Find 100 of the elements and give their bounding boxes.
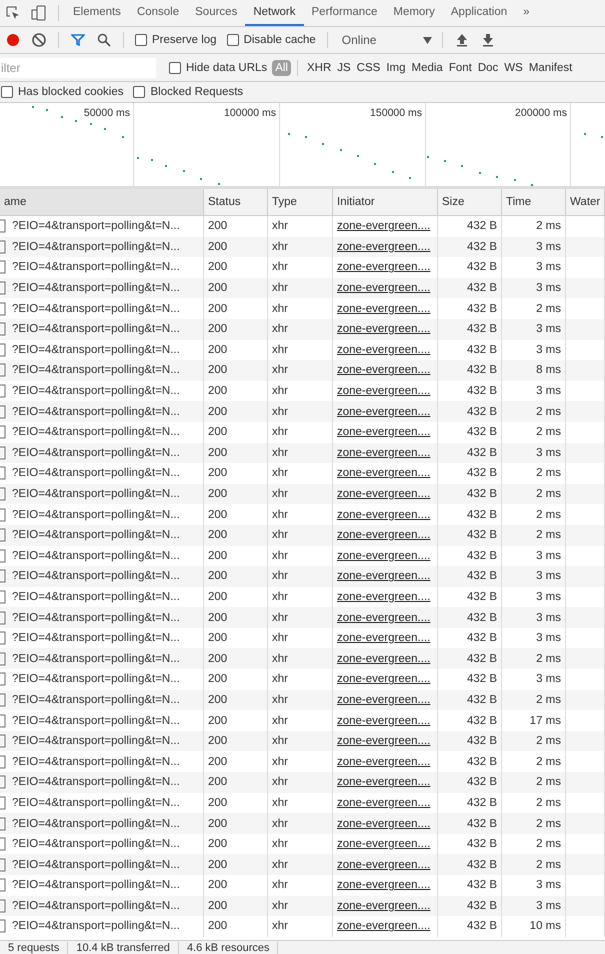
type-filter-button[interactable]: WS	[501, 60, 526, 76]
initiator-link[interactable]: zone-evergreen....	[337, 612, 430, 624]
request-name[interactable]: ?EIO=4&transport=polling&t=N...	[12, 673, 180, 686]
type-filter-button[interactable]: Manifest	[526, 60, 576, 76]
request-name[interactable]: ?EIO=4&transport=polling&t=N...	[12, 550, 180, 562]
column-header[interactable]: Time	[502, 189, 566, 215]
request-name[interactable]: ?EIO=4&transport=polling&t=N...	[12, 694, 180, 706]
initiator-link[interactable]: zone-evergreen....	[337, 240, 430, 253]
request-name[interactable]: ?EIO=4&transport=polling&t=N...	[12, 776, 180, 788]
initiator-link[interactable]: zone-evergreen....	[337, 673, 430, 686]
request-name[interactable]: ?EIO=4&transport=polling&t=N...	[12, 858, 180, 871]
initiator-link[interactable]: zone-evergreen....	[337, 488, 430, 500]
request-name[interactable]: ?EIO=4&transport=polling&t=N...	[12, 796, 180, 809]
panel-tab[interactable]: Memory	[385, 0, 443, 26]
initiator-link[interactable]: zone-evergreen....	[337, 220, 430, 232]
request-name[interactable]: ?EIO=4&transport=polling&t=N...	[12, 240, 180, 253]
clear-icon[interactable]	[31, 32, 47, 48]
request-name[interactable]: ?EIO=4&transport=polling&t=N...	[12, 818, 180, 830]
request-name[interactable]: ?EIO=4&transport=polling&t=N...	[12, 756, 180, 768]
column-header[interactable]: ame	[0, 189, 204, 215]
request-name[interactable]: ?EIO=4&transport=polling&t=N...	[12, 261, 180, 274]
initiator-link[interactable]: zone-evergreen....	[337, 508, 430, 521]
request-name[interactable]: ?EIO=4&transport=polling&t=N...	[12, 406, 180, 418]
panel-tab[interactable]: Application	[442, 0, 516, 26]
initiator-link[interactable]: zone-evergreen....	[337, 323, 430, 336]
initiator-link[interactable]: zone-evergreen....	[337, 344, 430, 356]
request-name[interactable]: ?EIO=4&transport=polling&t=N...	[12, 838, 180, 850]
request-name[interactable]: ?EIO=4&transport=polling&t=N...	[12, 652, 180, 665]
initiator-link[interactable]: zone-evergreen....	[337, 652, 430, 665]
more-tabs-button[interactable]: »	[515, 0, 538, 26]
filter-field[interactable]: ilter	[0, 58, 156, 78]
search-icon[interactable]	[96, 32, 112, 48]
initiator-link[interactable]: zone-evergreen....	[337, 756, 430, 768]
request-name[interactable]: ?EIO=4&transport=polling&t=N...	[12, 590, 180, 603]
request-name[interactable]: ?EIO=4&transport=polling&t=N...	[12, 282, 180, 294]
initiator-link[interactable]: zone-evergreen....	[337, 282, 430, 294]
type-filter-button[interactable]: Doc	[474, 60, 502, 76]
type-filter-button[interactable]: Media	[408, 60, 446, 76]
initiator-link[interactable]: zone-evergreen....	[337, 694, 430, 706]
initiator-link[interactable]: zone-evergreen....	[337, 529, 430, 542]
request-name[interactable]: ?EIO=4&transport=polling&t=N...	[12, 735, 180, 748]
initiator-link[interactable]: zone-evergreen....	[337, 735, 430, 748]
request-name[interactable]: ?EIO=4&transport=polling&t=N...	[12, 714, 180, 727]
initiator-link[interactable]: zone-evergreen....	[337, 364, 430, 376]
initiator-link[interactable]: zone-evergreen....	[337, 426, 430, 438]
initiator-link[interactable]: zone-evergreen....	[337, 385, 430, 398]
request-name[interactable]: ?EIO=4&transport=polling&t=N...	[12, 446, 180, 459]
disable-cache-checkbox[interactable]: Disable cache	[226, 34, 316, 46]
type-filter-button[interactable]: CSS	[354, 60, 384, 76]
type-filter-button[interactable]: Font	[446, 60, 475, 76]
inspect-icon[interactable]	[5, 5, 21, 21]
initiator-link[interactable]: zone-evergreen....	[337, 796, 430, 809]
initiator-link[interactable]: zone-evergreen....	[337, 838, 430, 850]
initiator-link[interactable]: zone-evergreen....	[337, 632, 430, 644]
initiator-link[interactable]: zone-evergreen....	[337, 858, 430, 871]
request-name[interactable]: ?EIO=4&transport=polling&t=N...	[12, 879, 180, 892]
option-checkbox[interactable]: Blocked Requests	[133, 86, 244, 98]
panel-tab[interactable]: Performance	[304, 0, 386, 26]
panel-tab[interactable]: Elements	[65, 0, 129, 26]
hide-data-urls-checkbox[interactable]: Hide data URLs	[169, 62, 268, 74]
record-icon[interactable]	[5, 32, 21, 48]
initiator-link[interactable]: zone-evergreen....	[337, 467, 430, 480]
type-filter-button[interactable]: Img	[383, 60, 408, 76]
request-name[interactable]: ?EIO=4&transport=polling&t=N...	[12, 220, 180, 232]
initiator-link[interactable]: zone-evergreen....	[337, 406, 430, 418]
type-filter-button[interactable]: JS	[334, 60, 354, 76]
request-name[interactable]: ?EIO=4&transport=polling&t=N...	[12, 508, 180, 521]
column-header[interactable]: Type	[268, 189, 333, 215]
initiator-link[interactable]: zone-evergreen....	[337, 900, 430, 912]
throttling-dropdown[interactable]: Online	[334, 33, 436, 47]
request-name[interactable]: ?EIO=4&transport=polling&t=N...	[12, 467, 180, 480]
request-name[interactable]: ?EIO=4&transport=polling&t=N...	[12, 632, 180, 644]
column-header[interactable]: Status	[204, 189, 268, 215]
initiator-link[interactable]: zone-evergreen....	[337, 920, 430, 932]
option-checkbox[interactable]: Has blocked cookies	[1, 86, 124, 98]
request-name[interactable]: ?EIO=4&transport=polling&t=N...	[12, 426, 180, 438]
column-header[interactable]: Water	[566, 189, 605, 215]
request-name[interactable]: ?EIO=4&transport=polling&t=N...	[12, 920, 180, 932]
panel-tab[interactable]: Sources	[187, 0, 246, 26]
preserve-log-checkbox[interactable]: Preserve log	[135, 34, 217, 46]
initiator-link[interactable]: zone-evergreen....	[337, 776, 430, 788]
device-toolbar-icon[interactable]	[31, 5, 47, 21]
initiator-link[interactable]: zone-evergreen....	[337, 818, 430, 830]
initiator-link[interactable]: zone-evergreen....	[337, 714, 430, 727]
filter-icon[interactable]	[70, 32, 86, 48]
panel-tab[interactable]: Console	[128, 0, 188, 26]
initiator-link[interactable]: zone-evergreen....	[337, 446, 430, 459]
type-filter-button[interactable]: XHR	[304, 60, 334, 76]
initiator-link[interactable]: zone-evergreen....	[337, 261, 430, 274]
initiator-link[interactable]: zone-evergreen....	[337, 550, 430, 562]
column-header[interactable]: Size	[438, 189, 502, 215]
request-name[interactable]: ?EIO=4&transport=polling&t=N...	[12, 364, 180, 376]
initiator-link[interactable]: zone-evergreen....	[337, 590, 430, 603]
initiator-link[interactable]: zone-evergreen....	[337, 302, 430, 315]
request-name[interactable]: ?EIO=4&transport=polling&t=N...	[12, 323, 180, 336]
initiator-link[interactable]: zone-evergreen....	[337, 570, 430, 582]
initiator-link[interactable]: zone-evergreen....	[337, 879, 430, 892]
column-header[interactable]: Initiator	[333, 189, 438, 215]
request-name[interactable]: ?EIO=4&transport=polling&t=N...	[12, 900, 180, 912]
request-name[interactable]: ?EIO=4&transport=polling&t=N...	[12, 344, 180, 356]
